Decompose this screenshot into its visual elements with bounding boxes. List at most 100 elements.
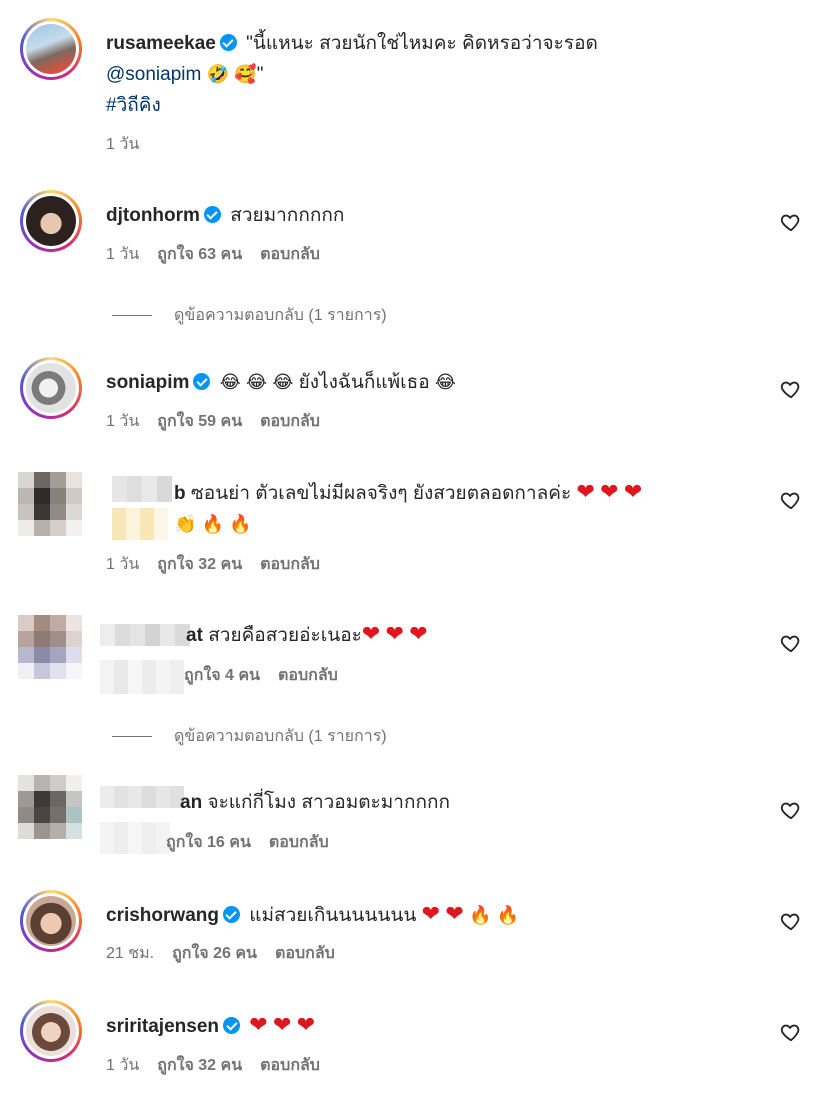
comment-likes[interactable]: ถูกใจ 63 คน <box>157 246 242 263</box>
red-heart-emoji-icon: ❤ <box>249 1013 268 1038</box>
heart-outline-icon[interactable] <box>780 489 802 511</box>
caption-time[interactable]: 1 วัน <box>106 136 139 153</box>
comment-likes[interactable]: ถูกใจ 32 คน <box>157 1057 242 1074</box>
comment-time[interactable]: 21 ชม. <box>106 945 154 962</box>
red-heart-emoji-icon: ❤ <box>576 480 595 505</box>
comment-text: จะแก่กี่โมง สาวอมตะมากกกก <box>207 792 450 813</box>
red-heart-emoji-icon: ❤ <box>296 1013 316 1038</box>
comment-username[interactable]: crishorwang <box>106 905 219 926</box>
caption-hashtag[interactable]: #วิถีคิง <box>106 95 161 116</box>
comment-likes[interactable]: ถูกใจ 32 คน <box>157 556 242 573</box>
comment-line: crishorwang แม่สวยเกินนนนนนน ❤ ❤ 🔥 🔥 <box>106 902 519 929</box>
caption-quote-close: " <box>256 64 264 85</box>
comment-username[interactable]: soniapim <box>106 372 189 393</box>
comment-line: at สวยคือสวยอ่ะเนอะ❤ ❤ ❤ <box>186 622 428 649</box>
text-redacted <box>112 508 168 540</box>
fire-emoji-icon: 🔥 <box>201 514 225 535</box>
heart-outline-icon[interactable] <box>780 910 802 932</box>
red-heart-emoji-icon: ❤ <box>623 480 643 505</box>
comment-text: สวยมากกกกก <box>230 205 345 226</box>
caption-mention[interactable]: @soniapim <box>106 64 201 85</box>
comment-username[interactable]: sriritajensen <box>106 1016 219 1037</box>
heart-outline-icon[interactable] <box>780 799 802 821</box>
heart-outline-icon[interactable] <box>780 211 802 233</box>
comment-time[interactable]: 1 วัน <box>106 556 139 573</box>
caption-username[interactable]: rusameekae <box>106 33 216 54</box>
avatar-pixelated[interactable] <box>18 472 82 536</box>
comment-time[interactable]: 1 วัน <box>106 413 139 430</box>
avatar-pixelated[interactable] <box>18 615 82 679</box>
comment-likes[interactable]: ถูกใจ 4 คน <box>184 667 260 684</box>
comment-meta: 1 วัน ถูกใจ 63 คน ตอบกลับ <box>106 244 338 266</box>
verified-badge-icon <box>203 206 221 223</box>
divider <box>112 736 152 738</box>
comment-meta: 1 วัน ถูกใจ 32 คน ตอบกลับ <box>106 1055 338 1077</box>
divider <box>112 315 152 317</box>
time-redacted <box>100 660 184 694</box>
reply-button[interactable]: ตอบกลับ <box>260 246 320 263</box>
comment-line: b ซอนย่า ตัวเลขไม่มีผลจริงๆ ยังสวยตลอดกา… <box>174 480 642 507</box>
comment-line-2: 👏 🔥 🔥 <box>174 512 252 538</box>
fire-emoji-icon: 🔥 <box>469 905 492 926</box>
avatar-pixelated[interactable] <box>18 775 82 839</box>
comment-text: สวยคือสวยอ่ะเนอะ <box>208 625 362 646</box>
comment-username-partial[interactable]: an <box>180 792 202 813</box>
comment-likes[interactable]: ถูกใจ 16 คน <box>166 834 251 851</box>
avatar-sriritajensen[interactable] <box>20 1000 82 1062</box>
caption-line-2: @soniapim 🤣 🥰" <box>106 62 263 88</box>
verified-badge-icon <box>223 1017 240 1034</box>
red-heart-emoji-icon: ❤ <box>361 622 381 647</box>
reply-button[interactable]: ตอบกลับ <box>269 834 329 851</box>
heart-outline-icon[interactable] <box>780 1021 802 1043</box>
comment-meta: 21 ชม. ถูกใจ 26 คน ตอบกลับ <box>106 943 353 965</box>
clapping-hands-emoji-icon: 👏 <box>174 514 197 535</box>
heart-outline-icon[interactable] <box>780 632 802 654</box>
comment-username-partial[interactable]: b <box>174 483 186 504</box>
comment-text: ซอนย่า ตัวเลขไม่มีผลจริงๆ ยังสวยตลอดกาลค… <box>190 483 572 504</box>
caption-line-1: rusameekae "นี้แหนะ สวยนักใช่ไหมคะ คิดหร… <box>106 31 598 57</box>
red-heart-emoji-icon: ❤ <box>409 622 428 647</box>
verified-badge-icon <box>219 34 237 51</box>
view-replies-button[interactable]: ดูข้อความตอบกลับ (1 รายการ) <box>112 726 387 748</box>
view-replies-button[interactable]: ดูข้อความตอบกลับ (1 รายการ) <box>112 305 387 327</box>
comment-meta: 1 วัน ถูกใจ 32 คน ตอบกลับ <box>106 554 338 576</box>
comment-likes[interactable]: ถูกใจ 26 คน <box>172 945 257 962</box>
view-replies-label: ดูข้อความตอบกลับ (1 รายการ) <box>174 307 387 324</box>
caption-meta: 1 วัน <box>106 134 157 156</box>
comment-meta: ถูกใจ 4 คน ตอบกลับ <box>184 665 356 687</box>
reply-button[interactable]: ตอบกลับ <box>275 945 335 962</box>
comment-line: soniapim 😂 😂 😂 ยังไงฉันก็แพ้เธอ 😂 <box>106 370 456 396</box>
rofl-emoji-icon: 🤣 <box>206 64 230 85</box>
comment-meta: ถูกใจ 16 คน ตอบกลับ <box>166 832 347 854</box>
username-redacted <box>100 624 190 646</box>
comment-username-partial[interactable]: at <box>186 625 203 646</box>
red-heart-emoji-icon: ❤ <box>273 1013 292 1038</box>
reply-button[interactable]: ตอบกลับ <box>278 667 338 684</box>
laughing-emoji-icon: 😂 <box>246 372 268 393</box>
comment-time[interactable]: 1 วัน <box>106 246 139 263</box>
caption-line-3: #วิถีคิง <box>106 93 161 119</box>
heart-outline-icon[interactable] <box>780 378 802 400</box>
verified-badge-icon <box>193 373 211 390</box>
avatar-djtonhorm[interactable] <box>20 190 82 252</box>
comment-time[interactable]: 1 วัน <box>106 1057 139 1074</box>
comment-text: แม่สวยเกินนนนนนน <box>249 905 417 926</box>
red-heart-emoji-icon: ❤ <box>445 902 464 927</box>
comment-likes[interactable]: ถูกใจ 59 คน <box>157 413 242 430</box>
comment-line: sriritajensen ❤ ❤ ❤ <box>106 1013 315 1040</box>
red-heart-emoji-icon: ❤ <box>421 902 441 927</box>
red-heart-emoji-icon: ❤ <box>600 480 619 505</box>
avatar-soniapim[interactable] <box>20 357 82 419</box>
username-redacted <box>100 786 184 808</box>
view-replies-label: ดูข้อความตอบกลับ (1 รายการ) <box>174 728 387 745</box>
reply-button[interactable]: ตอบกลับ <box>260 413 320 430</box>
reply-button[interactable]: ตอบกลับ <box>260 556 320 573</box>
fire-emoji-icon: 🔥 <box>229 514 252 535</box>
smiling-hearts-emoji-icon: 🥰 <box>234 64 257 85</box>
reply-button[interactable]: ตอบกลับ <box>260 1057 320 1074</box>
laughing-emoji-icon: 😂 <box>434 372 456 393</box>
comment-username[interactable]: djtonhorm <box>106 205 200 226</box>
avatar-crishorwang[interactable] <box>20 890 82 952</box>
avatar-rusameekae[interactable] <box>20 18 82 80</box>
time-redacted <box>100 822 170 854</box>
